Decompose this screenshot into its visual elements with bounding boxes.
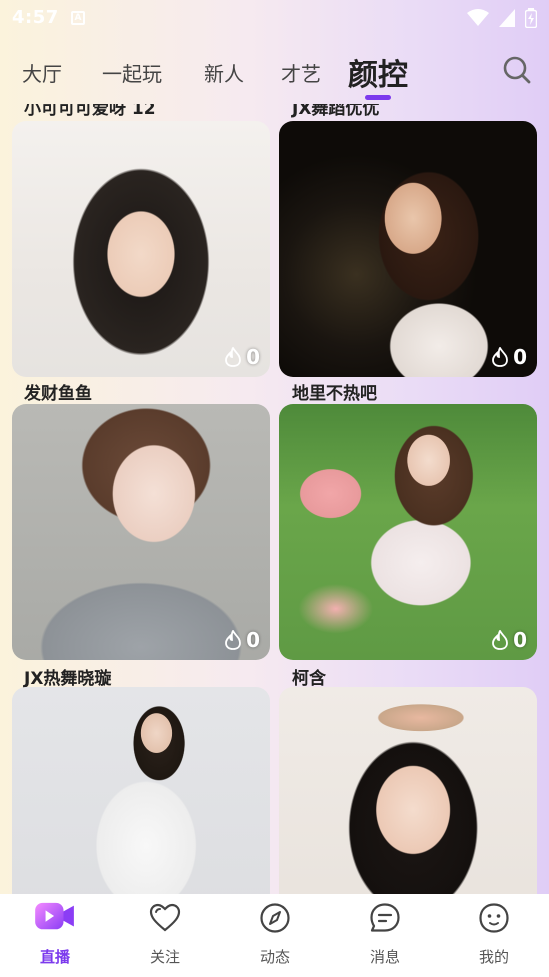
tab-looks[interactable]: 颜控 (348, 50, 408, 94)
clipped-card-name: 小可可可爱呀 12 (24, 104, 156, 119)
stream-card[interactable] (279, 687, 537, 894)
bottom-tab-bar: 直播 关注 动态 消息 我的 (0, 894, 549, 977)
heat-counter: 0 (491, 628, 527, 652)
battery-icon (525, 8, 537, 28)
clipped-card-name: JX舞蹈优优 (292, 104, 380, 119)
heat-value: 0 (513, 345, 527, 369)
streamer-photo (12, 121, 270, 377)
heat-value: 0 (246, 628, 260, 652)
wifi-icon (467, 9, 489, 26)
active-tab-indicator (365, 95, 391, 100)
tab-label: 直播 (39, 948, 70, 966)
flame-icon (225, 347, 241, 367)
tab-label: 消息 (369, 948, 400, 966)
top-nav: 大厅 一起玩 新人 才艺 颜控 (0, 40, 549, 104)
heat-value: 0 (513, 628, 527, 652)
stream-grid: 小可可可爱呀 12 JX舞蹈优优 0 发财鱼鱼 0 地里不热吧 0 JX热舞晓璇… (0, 104, 549, 894)
tab-live[interactable]: 直播 (0, 894, 110, 977)
streamer-photo (12, 687, 270, 894)
tab-play-together[interactable]: 一起玩 (102, 58, 162, 87)
heat-counter: 0 (491, 345, 527, 369)
stream-card[interactable]: 0 (12, 121, 270, 377)
heart-icon (149, 903, 181, 932)
live-video-icon (35, 902, 74, 930)
streamer-photo (12, 404, 270, 660)
tab-talent[interactable]: 才艺 (281, 58, 321, 87)
tab-label: 动态 (259, 948, 290, 966)
card-name: 发财鱼鱼 (24, 384, 92, 404)
streamer-photo (279, 687, 537, 894)
search-icon[interactable] (501, 54, 533, 86)
heat-counter: 0 (224, 345, 260, 369)
card-name: 柯含 (292, 669, 326, 689)
heat-counter: 0 (224, 628, 260, 652)
tab-newcomers[interactable]: 新人 (204, 58, 244, 87)
tab-label: 我的 (478, 948, 509, 966)
tab-messages[interactable]: 消息 (330, 894, 440, 977)
card-name: JX热舞晓璇 (24, 669, 112, 689)
status-icons (467, 8, 537, 28)
flame-icon (225, 630, 241, 650)
stream-card[interactable] (12, 687, 270, 894)
card-name: 地里不热吧 (292, 384, 377, 404)
status-bar: 4:57 A (0, 0, 549, 36)
streamer-photo (279, 121, 537, 377)
tab-label: 关注 (149, 948, 180, 966)
message-icon (370, 903, 400, 932)
status-time: 4:57 (12, 7, 59, 28)
tab-profile[interactable]: 我的 (439, 894, 549, 977)
flame-icon (492, 347, 508, 367)
stream-card[interactable]: 0 (279, 404, 537, 660)
heat-value: 0 (246, 345, 260, 369)
notification-icon: A (71, 11, 85, 25)
compass-icon (260, 903, 290, 933)
signal-icon (499, 9, 515, 27)
flame-icon (492, 630, 508, 650)
tab-moments[interactable]: 动态 (220, 894, 330, 977)
tab-hall[interactable]: 大厅 (22, 58, 62, 87)
profile-face-icon (479, 903, 509, 933)
stream-card[interactable]: 0 (279, 121, 537, 377)
stream-card[interactable]: 0 (12, 404, 270, 660)
streamer-photo (279, 404, 537, 660)
tab-follow[interactable]: 关注 (110, 894, 220, 977)
